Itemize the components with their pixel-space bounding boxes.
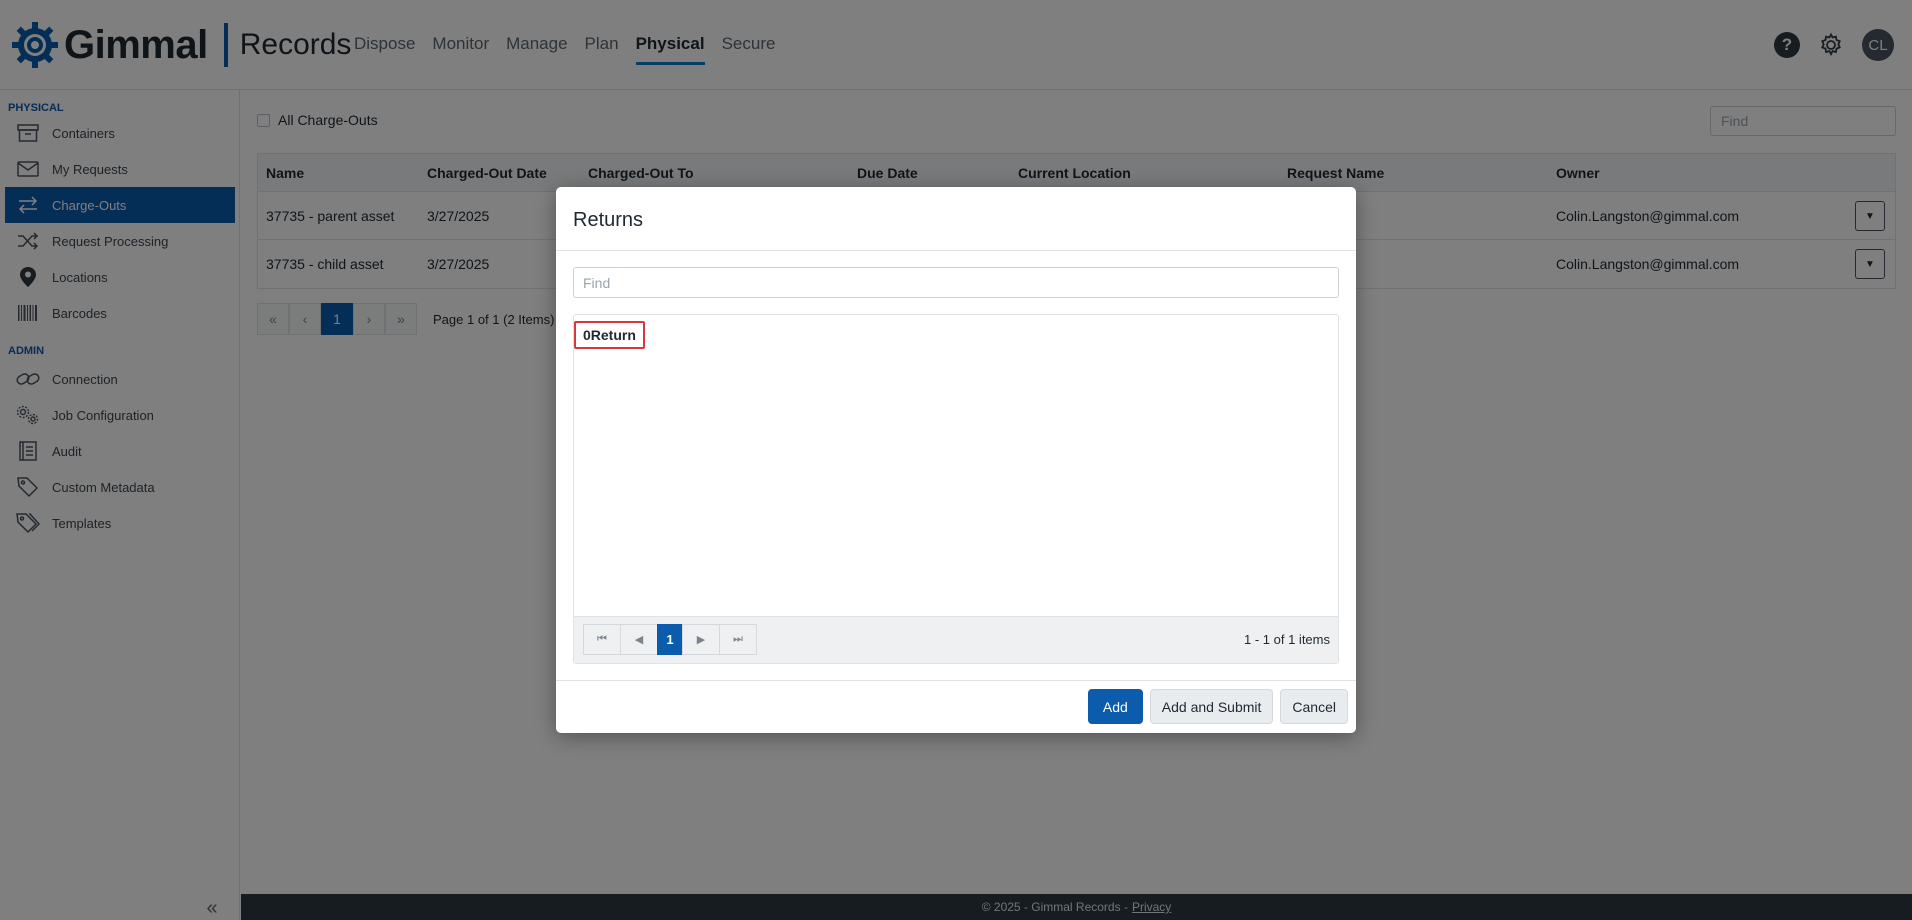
dialog-actions: Add Add and Submit Cancel [1087, 689, 1348, 724]
list-pager-next-button[interactable]: ▶ [682, 624, 720, 655]
list-pager-prev-button[interactable]: ◀ [620, 624, 658, 655]
returns-list: 0Return ⏮ ◀ 1 ▶ ⏭ 1 - 1 of 1 items [573, 314, 1339, 664]
list-item[interactable]: 0Return [574, 321, 645, 349]
dialog-title: Returns [573, 209, 644, 231]
cancel-button[interactable]: Cancel [1280, 689, 1348, 724]
add-and-submit-button[interactable]: Add and Submit [1149, 689, 1274, 724]
list-pager-first-button[interactable]: ⏮ [583, 624, 621, 655]
list-pager-page-1[interactable]: 1 [657, 624, 683, 655]
add-button[interactable]: Add [1087, 689, 1143, 724]
list-pager-buttons: ⏮ ◀ 1 ▶ ⏭ [583, 624, 757, 655]
dialog-footer-divider [556, 680, 1356, 681]
list-pager: ⏮ ◀ 1 ▶ ⏭ 1 - 1 of 1 items [574, 616, 1338, 663]
list-pager-info: 1 - 1 of 1 items [1244, 632, 1330, 647]
dialog-search-input[interactable]: Find [573, 267, 1339, 298]
returns-dialog: Returns Find 0Return ⏮ ◀ 1 ▶ ⏭ 1 - 1 of … [556, 187, 1356, 733]
list-pager-last-button[interactable]: ⏭ [719, 624, 757, 655]
dialog-divider [556, 250, 1356, 251]
